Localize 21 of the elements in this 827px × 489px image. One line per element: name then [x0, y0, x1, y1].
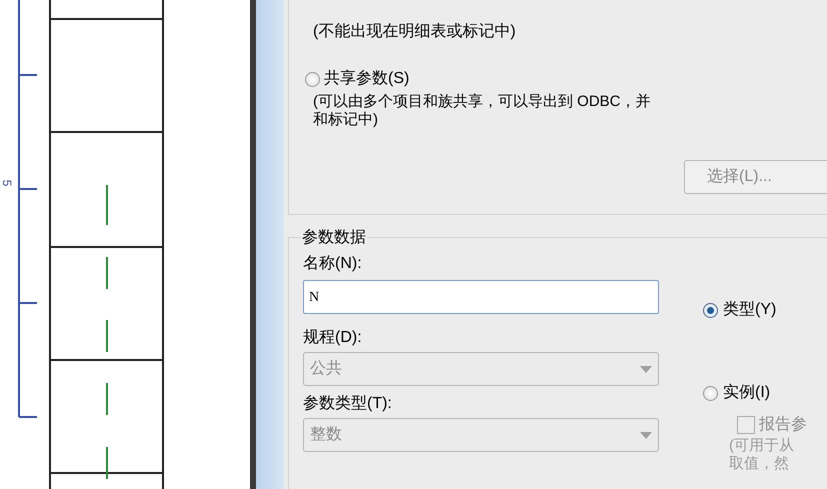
option-note: 取值，然	[729, 455, 790, 473]
option-note: 和标记中)	[313, 111, 379, 129]
option-label: 共享参数(S)	[324, 68, 410, 89]
checkbox[interactable]	[737, 416, 755, 434]
option-label: 类型(Y)	[723, 300, 776, 320]
field-label: 参数类型(T):	[303, 394, 393, 414]
name-field[interactable]: N	[303, 280, 659, 314]
radio-button[interactable]	[703, 386, 718, 400]
field-label: 名称(N):	[303, 254, 363, 274]
field-label: 规程(D):	[303, 328, 363, 348]
select-button[interactable]: 选择(L)...	[684, 160, 827, 194]
radio-button[interactable]	[703, 302, 718, 318]
caret-icon	[640, 432, 652, 438]
option-note: (可用于从	[729, 437, 795, 455]
option-note: (不能出现在明细表或标记中)	[313, 22, 517, 42]
dimension-label: 5	[0, 180, 14, 186]
radio-button[interactable]	[305, 72, 320, 86]
option-note: (可以由多个项目和族共享，可以导出到 ODBC，并	[313, 93, 652, 111]
caret-icon	[640, 366, 652, 372]
option-label: 实例(I)	[723, 382, 770, 403]
checkbox-label: 报告参	[759, 414, 807, 435]
